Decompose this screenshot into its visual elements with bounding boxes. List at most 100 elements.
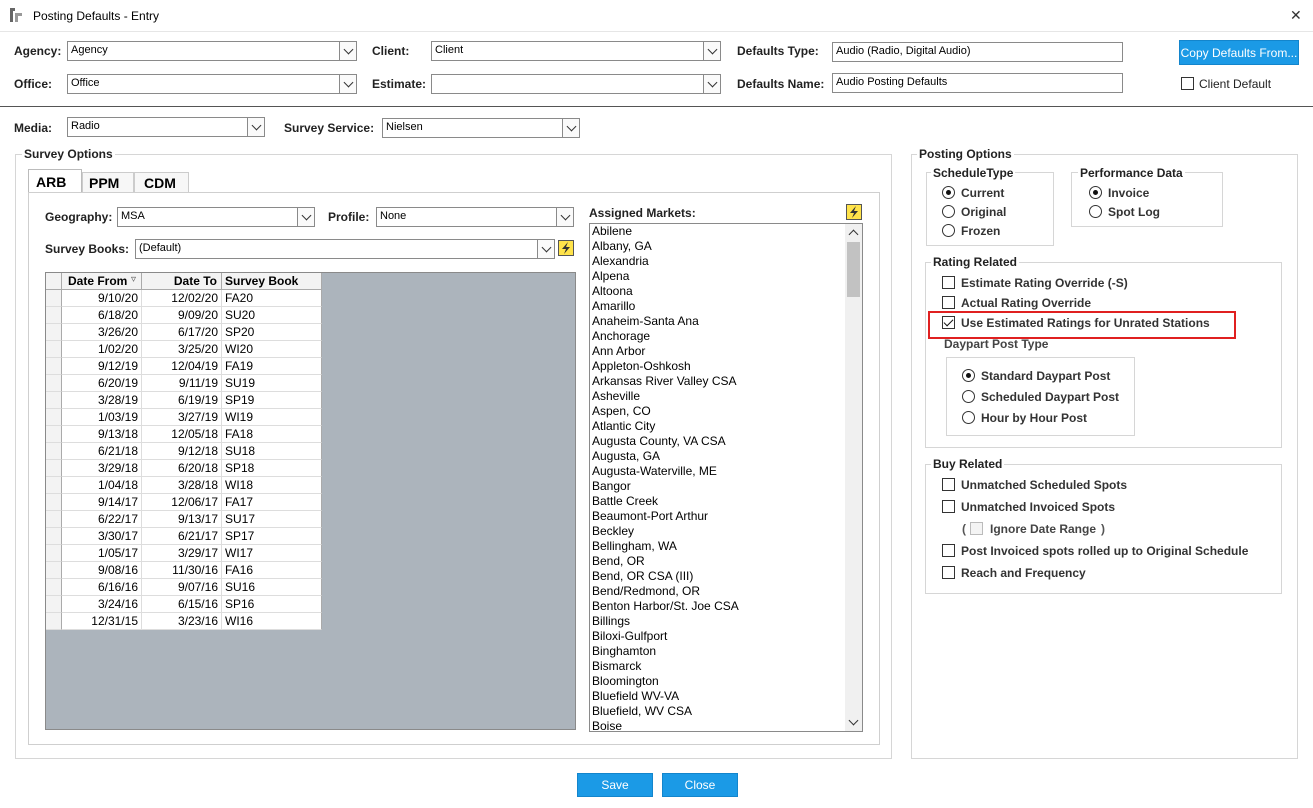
list-item[interactable]: Bend/Redmond, OR bbox=[590, 584, 845, 599]
list-item[interactable]: Beckley bbox=[590, 524, 845, 539]
table-row[interactable]: 1/03/19 3/27/19 WI19 bbox=[46, 409, 323, 426]
table-row[interactable]: 9/10/20 12/02/20 FA20 bbox=[46, 290, 323, 307]
table-row[interactable]: 6/21/18 9/12/18 SU18 bbox=[46, 443, 323, 460]
list-item[interactable]: Augusta-Waterville, ME bbox=[590, 464, 845, 479]
list-item[interactable]: Beaumont-Port Arthur bbox=[590, 509, 845, 524]
assigned-markets-list[interactable]: Abilene Albany, GA Alexandria Alpena Altoona… bbox=[589, 223, 863, 732]
actual-rating-override-checkbox[interactable] bbox=[942, 296, 955, 309]
lightning-icon[interactable] bbox=[846, 204, 862, 220]
defaults-name-field[interactable]: Audio Posting Defaults bbox=[832, 73, 1123, 93]
row-header-cell[interactable] bbox=[46, 426, 62, 443]
chevron-down-icon[interactable] bbox=[556, 208, 573, 226]
list-item[interactable]: Amarillo bbox=[590, 299, 845, 314]
close-icon[interactable]: ✕ bbox=[1290, 7, 1302, 24]
list-item[interactable]: Billings bbox=[590, 614, 845, 629]
list-item[interactable]: Bellingham, WA bbox=[590, 539, 845, 554]
list-item[interactable]: Augusta County, VA CSA bbox=[590, 434, 845, 449]
list-item[interactable]: Anchorage bbox=[590, 329, 845, 344]
save-button[interactable]: Save bbox=[577, 773, 653, 797]
radio-frozen[interactable] bbox=[942, 224, 955, 237]
row-header-cell[interactable] bbox=[46, 562, 62, 579]
row-header-cell[interactable] bbox=[46, 545, 62, 562]
unmatched-invoiced-spots-checkbox[interactable] bbox=[942, 500, 955, 513]
row-header-cell[interactable] bbox=[46, 613, 62, 630]
client-default-checkbox[interactable] bbox=[1181, 77, 1194, 90]
list-item[interactable]: Aspen, CO bbox=[590, 404, 845, 419]
table-row[interactable]: 6/18/20 9/09/20 SU20 bbox=[46, 307, 323, 324]
radio-invoice[interactable] bbox=[1089, 186, 1102, 199]
table-row[interactable]: 3/26/20 6/17/20 SP20 bbox=[46, 324, 323, 341]
defaults-type-field[interactable]: Audio (Radio, Digital Audio) bbox=[832, 42, 1123, 62]
grid-header-date-to[interactable]: Date To bbox=[142, 273, 222, 290]
row-header-cell[interactable] bbox=[46, 392, 62, 409]
use-estimated-ratings-checkbox[interactable] bbox=[942, 316, 955, 329]
list-item[interactable]: Albany, GA bbox=[590, 239, 845, 254]
list-item[interactable]: Alpena bbox=[590, 269, 845, 284]
list-item[interactable]: Bend, OR CSA (III) bbox=[590, 569, 845, 584]
list-item[interactable]: Bluefield WV-VA bbox=[590, 689, 845, 704]
list-item[interactable]: Atlantic City bbox=[590, 419, 845, 434]
scroll-down-icon[interactable] bbox=[848, 715, 859, 726]
row-header-cell[interactable] bbox=[46, 460, 62, 477]
row-header-cell[interactable] bbox=[46, 579, 62, 596]
list-item[interactable]: Bluefield, WV CSA bbox=[590, 704, 845, 719]
grid-header-survey-book[interactable]: Survey Book bbox=[222, 273, 322, 290]
profile-select[interactable]: None bbox=[376, 207, 574, 227]
row-header-cell[interactable] bbox=[46, 511, 62, 528]
scroll-up-icon[interactable] bbox=[848, 229, 859, 240]
list-item[interactable]: Binghamton bbox=[590, 644, 845, 659]
reach-and-frequency-checkbox[interactable] bbox=[942, 566, 955, 579]
row-header-cell[interactable] bbox=[46, 409, 62, 426]
row-header-cell[interactable] bbox=[46, 324, 62, 341]
list-item[interactable]: Abilene bbox=[590, 224, 845, 239]
list-item[interactable]: Boise bbox=[590, 719, 845, 731]
chevron-down-icon[interactable] bbox=[339, 75, 356, 93]
list-item[interactable]: Appleton-Oshkosh bbox=[590, 359, 845, 374]
media-select[interactable]: Radio bbox=[67, 117, 265, 137]
ignore-date-range-checkbox[interactable] bbox=[970, 522, 983, 535]
table-row[interactable]: 3/29/18 6/20/18 SP18 bbox=[46, 460, 323, 477]
row-header-cell[interactable] bbox=[46, 358, 62, 375]
radio-current[interactable] bbox=[942, 186, 955, 199]
row-header-cell[interactable] bbox=[46, 494, 62, 511]
list-item[interactable]: Asheville bbox=[590, 389, 845, 404]
row-header-cell[interactable] bbox=[46, 528, 62, 545]
list-item[interactable]: Anaheim-Santa Ana bbox=[590, 314, 845, 329]
list-item[interactable]: Bangor bbox=[590, 479, 845, 494]
table-row[interactable]: 3/28/19 6/19/19 SP19 bbox=[46, 392, 323, 409]
row-header-cell[interactable] bbox=[46, 341, 62, 358]
table-row[interactable]: 9/13/18 12/05/18 FA18 bbox=[46, 426, 323, 443]
row-header-cell[interactable] bbox=[46, 290, 62, 307]
table-row[interactable]: 3/24/16 6/15/16 SP16 bbox=[46, 596, 323, 613]
radio-standard-daypart[interactable] bbox=[962, 369, 975, 382]
grid-header-date-from[interactable]: Date From ▿ bbox=[62, 273, 142, 290]
estimate-select[interactable] bbox=[431, 74, 721, 94]
chevron-down-icon[interactable] bbox=[562, 119, 579, 137]
tab-cdm[interactable]: CDM bbox=[134, 172, 189, 192]
table-row[interactable]: 3/30/17 6/21/17 SP17 bbox=[46, 528, 323, 545]
list-item[interactable]: Bloomington bbox=[590, 674, 845, 689]
table-row[interactable]: 6/22/17 9/13/17 SU17 bbox=[46, 511, 323, 528]
agency-select[interactable]: Agency bbox=[67, 41, 357, 61]
copy-defaults-button[interactable]: Copy Defaults From... bbox=[1179, 40, 1299, 65]
table-row[interactable]: 1/02/20 3/25/20 WI20 bbox=[46, 341, 323, 358]
table-row[interactable]: 1/05/17 3/29/17 WI17 bbox=[46, 545, 323, 562]
survey-books-select[interactable]: (Default) bbox=[135, 239, 555, 259]
geography-select[interactable]: MSA bbox=[117, 207, 315, 227]
table-row[interactable]: 9/14/17 12/06/17 FA17 bbox=[46, 494, 323, 511]
list-item[interactable]: Bismarck bbox=[590, 659, 845, 674]
table-row[interactable]: 9/08/16 11/30/16 FA16 bbox=[46, 562, 323, 579]
table-row[interactable]: 9/12/19 12/04/19 FA19 bbox=[46, 358, 323, 375]
chevron-down-icon[interactable] bbox=[247, 118, 264, 136]
lightning-icon[interactable] bbox=[558, 240, 574, 256]
table-row[interactable]: 6/20/19 9/11/19 SU19 bbox=[46, 375, 323, 392]
chevron-down-icon[interactable] bbox=[537, 240, 554, 258]
list-item[interactable]: Alexandria bbox=[590, 254, 845, 269]
tab-ppm[interactable]: PPM bbox=[82, 172, 134, 192]
list-item[interactable]: Augusta, GA bbox=[590, 449, 845, 464]
list-item[interactable]: Biloxi-Gulfport bbox=[590, 629, 845, 644]
tab-arb[interactable]: ARB bbox=[28, 169, 82, 193]
row-header-cell[interactable] bbox=[46, 477, 62, 494]
office-select[interactable]: Office bbox=[67, 74, 357, 94]
radio-scheduled-daypart[interactable] bbox=[962, 390, 975, 403]
